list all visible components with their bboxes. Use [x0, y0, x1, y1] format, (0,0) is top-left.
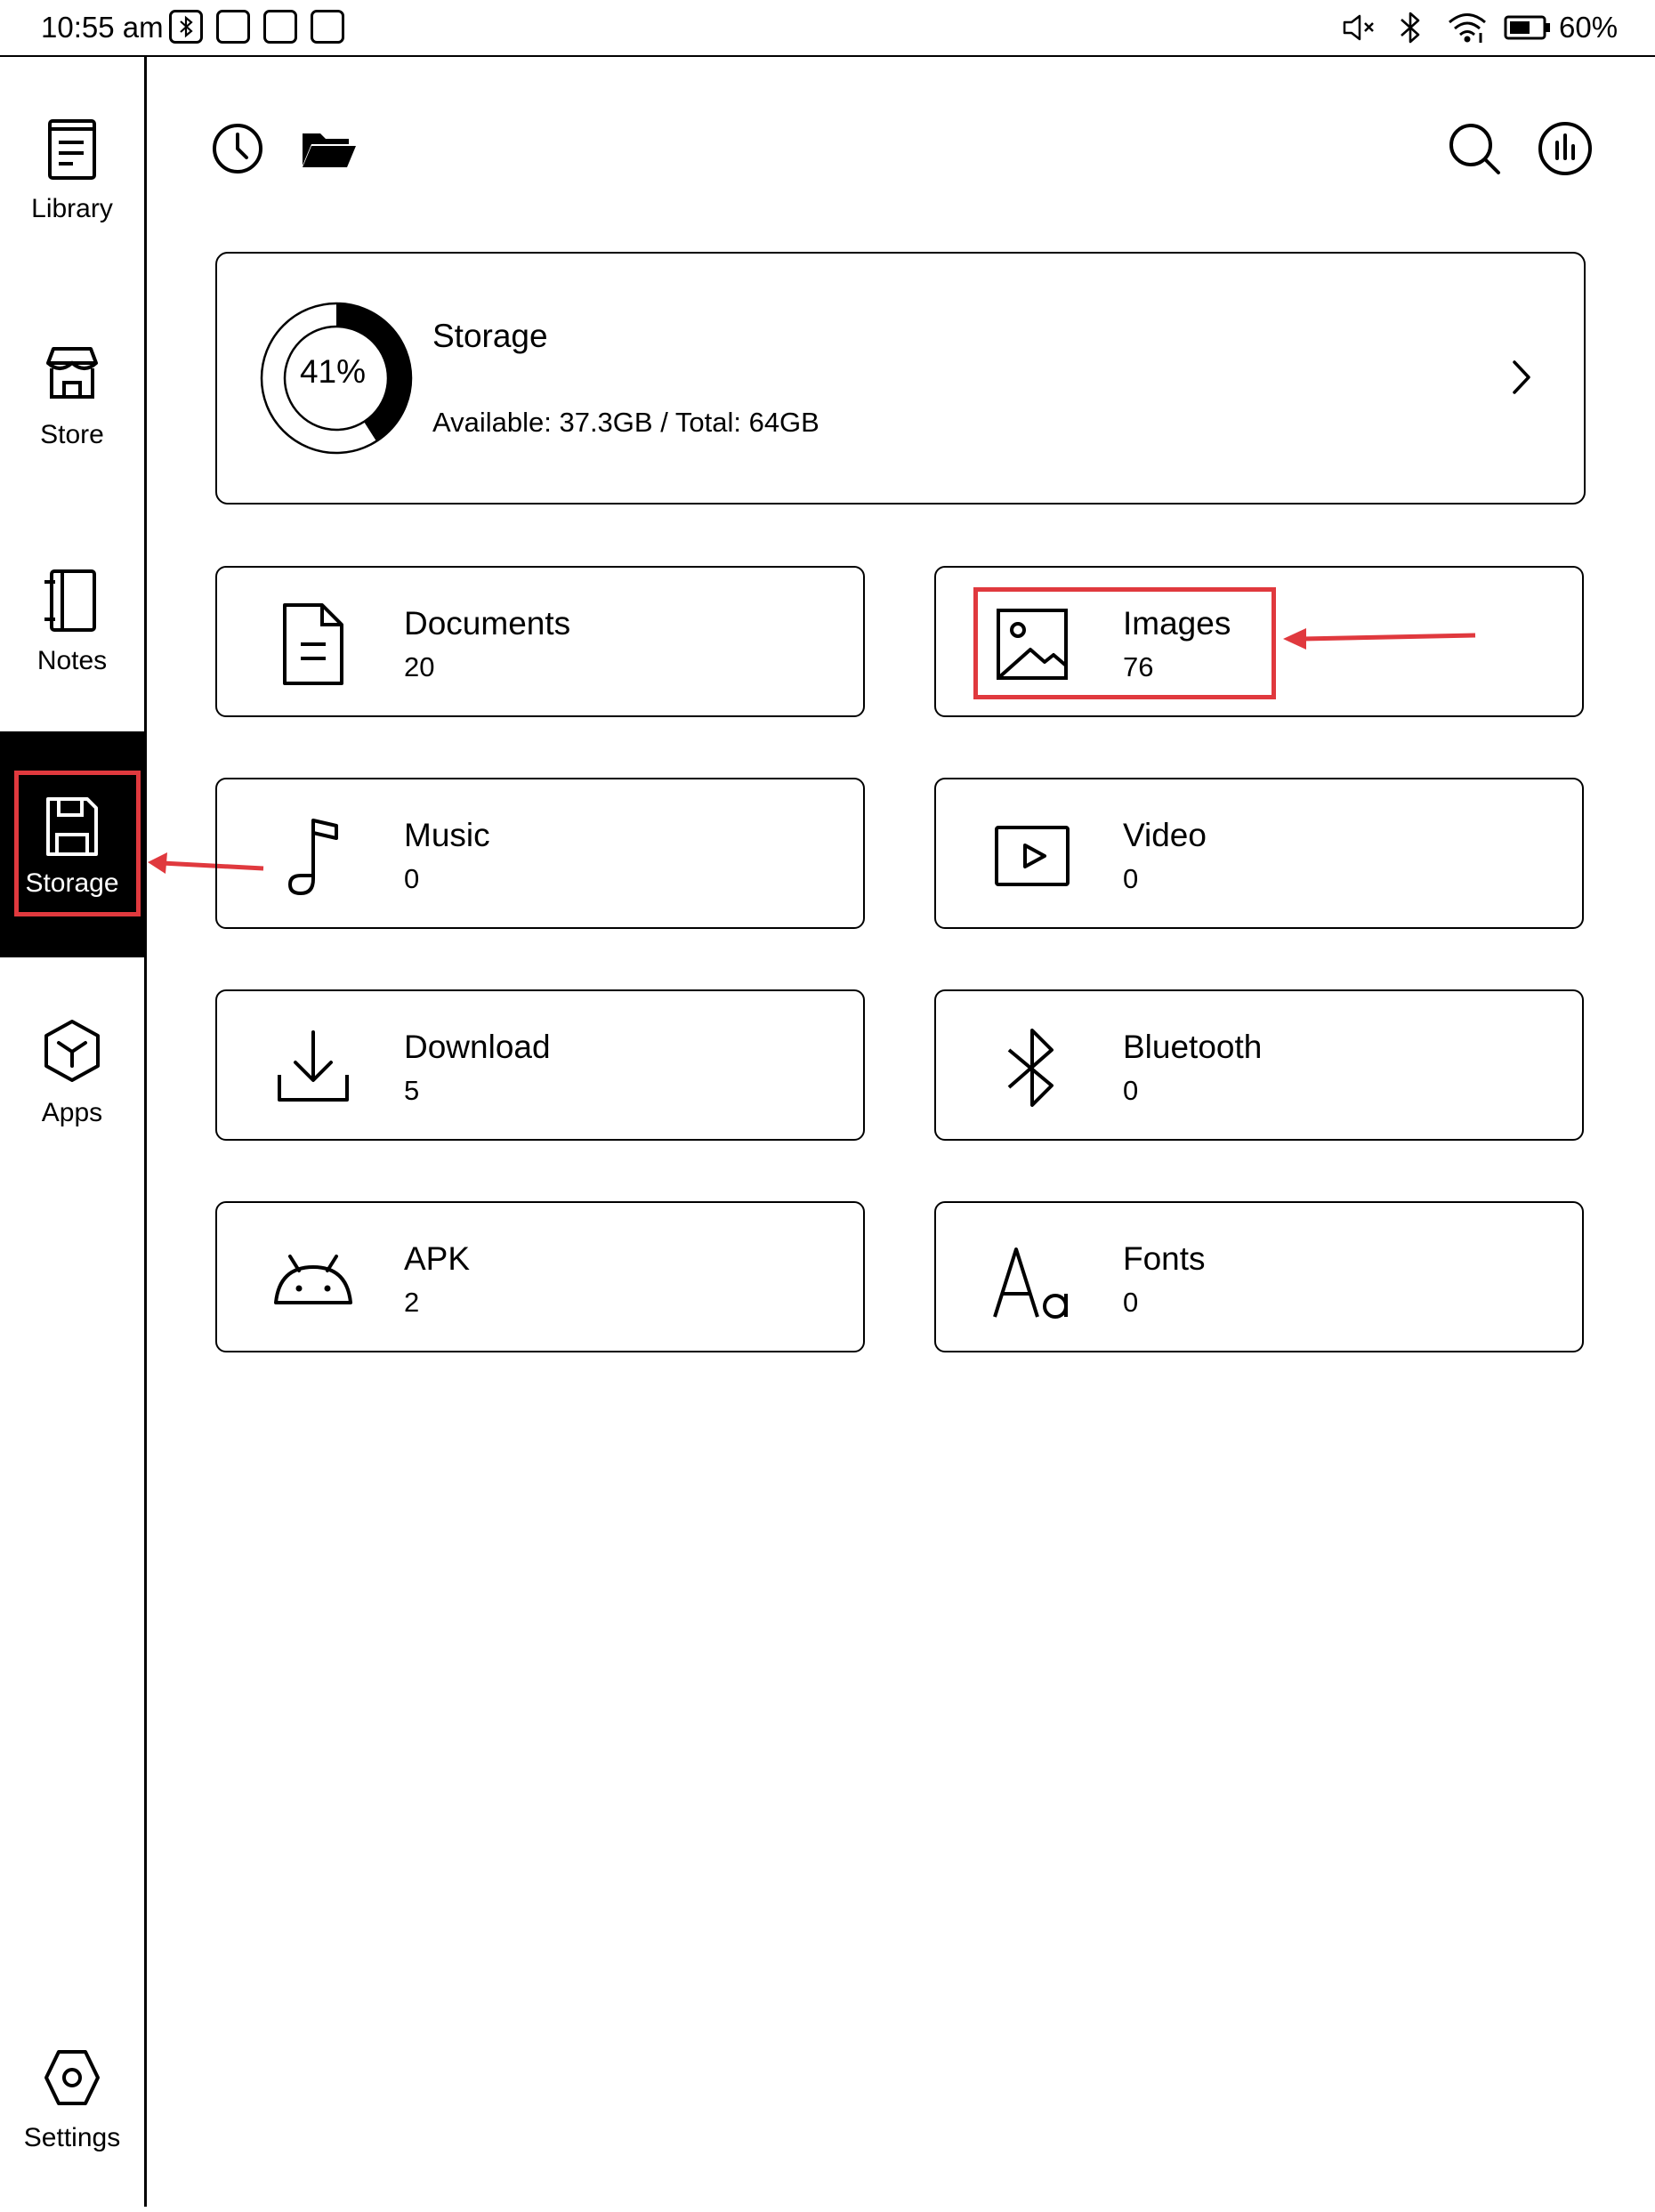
store-icon — [41, 342, 103, 408]
video-icon — [989, 813, 1075, 899]
category-count: 0 — [1123, 1075, 1139, 1106]
font-icon — [989, 1237, 1075, 1322]
wifi-icon — [1447, 11, 1488, 44]
recent-clock-icon[interactable] — [206, 117, 269, 180]
storage-percent: 41% — [299, 353, 367, 390]
android-icon — [270, 1237, 356, 1322]
annotation-highlight-box — [973, 587, 1276, 699]
folder-icon[interactable] — [297, 117, 359, 180]
sidebar-item-label: Settings — [23, 2123, 121, 2152]
category-count: 2 — [404, 1287, 420, 1318]
category-count: 0 — [1123, 1287, 1139, 1318]
sidebar-item-notes[interactable]: Notes — [0, 509, 144, 735]
sidebar-item-label: Library — [31, 194, 113, 223]
status-bar: 10:55 am 60% — [0, 0, 1655, 57]
category-count: 0 — [1123, 863, 1139, 894]
settings-icon — [41, 2045, 103, 2111]
category-name: Fonts — [1123, 1240, 1206, 1277]
sidebar-item-label: Store — [40, 420, 104, 449]
category-name: Music — [404, 817, 490, 853]
download-icon — [270, 1025, 356, 1110]
category-name: Video — [1123, 817, 1207, 853]
bluetooth-icon — [989, 1025, 1075, 1110]
sidebar-item-settings[interactable]: Settings — [0, 1986, 144, 2212]
category-name: APK — [404, 1240, 471, 1277]
category-count: 5 — [404, 1075, 420, 1106]
sidebar-nav: Library Store Notes Storage Apps Setting… — [0, 57, 147, 2207]
category-name: Documents — [404, 605, 571, 642]
apps-icon — [41, 1018, 103, 1084]
sidebar-item-library[interactable]: Library — [0, 57, 144, 283]
battery-icon — [1504, 14, 1552, 41]
category-card-download[interactable]: Download 5 — [215, 989, 865, 1141]
bluetooth-box-icon — [169, 10, 203, 44]
category-card-music[interactable]: Music 0 — [215, 778, 865, 929]
annotation-highlight-box — [14, 771, 141, 916]
notification-box-icon — [216, 10, 250, 44]
category-card-apk[interactable]: APK 2 — [215, 1201, 865, 1352]
battery-percent: 60% — [1559, 11, 1619, 44]
category-name: Bluetooth — [1123, 1029, 1263, 1065]
category-card-fonts[interactable]: Fonts 0 — [934, 1201, 1584, 1352]
category-card-video[interactable]: Video 0 — [934, 778, 1584, 929]
sidebar-item-label: Notes — [36, 646, 108, 675]
category-card-bluetooth[interactable]: Bluetooth 0 — [934, 989, 1584, 1141]
status-time: 10:55 am — [41, 11, 164, 44]
notification-box-icon — [311, 10, 344, 44]
mute-icon — [1342, 12, 1377, 43]
category-card-documents[interactable]: Documents 20 — [215, 566, 865, 717]
chevron-right-icon[interactable] — [1507, 357, 1534, 398]
sidebar-item-apps[interactable]: Apps — [0, 961, 144, 1187]
bluetooth-icon — [1397, 11, 1424, 44]
notification-box-icon — [263, 10, 297, 44]
category-count: 0 — [404, 863, 420, 894]
sidebar-item-label: Apps — [41, 1098, 103, 1127]
sidebar-item-store[interactable]: Store — [0, 283, 144, 509]
storage-summary-card[interactable]: 41% Storage Available: 37.3GB / Total: 6… — [215, 252, 1586, 505]
storage-details: Available: 37.3GB / Total: 64GB — [432, 407, 819, 438]
search-icon[interactable] — [1443, 117, 1506, 180]
storage-title: Storage — [432, 318, 548, 354]
notes-icon — [41, 568, 103, 634]
music-icon — [270, 813, 356, 899]
category-name: Download — [404, 1029, 551, 1065]
library-icon — [41, 116, 103, 182]
annotation-arrow — [1278, 619, 1479, 658]
stats-icon[interactable] — [1534, 117, 1596, 180]
document-icon — [270, 601, 356, 687]
category-count: 20 — [404, 651, 435, 682]
